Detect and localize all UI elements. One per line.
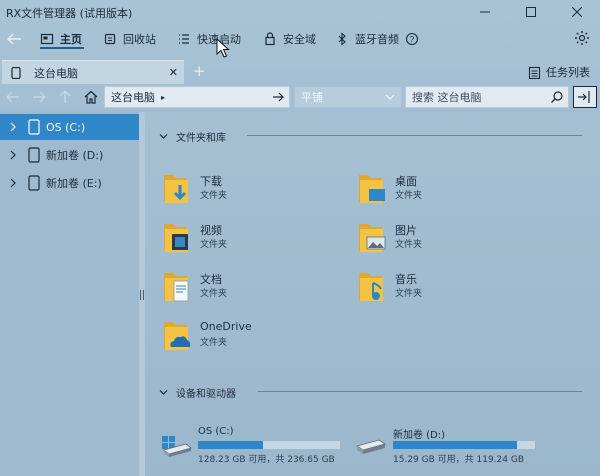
drive-icon [28,119,40,135]
chevron-right-icon[interactable] [8,122,18,132]
splitter-grip[interactable] [140,290,144,300]
menu-item-bluetooth-audio[interactable]: 蓝牙音频 ? [335,30,419,48]
group-divider [247,135,582,136]
title-bar: RX文件管理器 (试用版本) [0,0,600,24]
go-arrow-icon[interactable] [271,90,285,104]
lock-icon [265,32,275,46]
folder-item-desktop[interactable]: 桌面 文件夹 [357,171,537,209]
address-input[interactable]: 这台电脑 ▸ [104,86,290,108]
group-header-drives[interactable]: 设备和驱动器 [159,385,236,400]
nav-forward-icon[interactable] [30,88,48,106]
add-tab-icon[interactable]: + [193,62,206,80]
panel-arrow-icon [578,91,590,103]
chevron-down-icon [159,390,168,395]
address-bar: 这台电脑 ▸ 平铺 搜索 这台电脑 [0,84,600,110]
chevron-right-icon[interactable] [8,150,18,160]
drive-usage-bar [198,441,340,449]
chevron-right-icon[interactable] [8,178,18,188]
system-drive-icon [162,436,192,457]
videos-folder-icon [164,224,188,252]
active-menu-indicator [40,47,84,49]
close-icon [572,7,582,17]
folder-item-videos[interactable]: 视频 文件夹 [162,220,342,258]
folder-item-downloads[interactable]: 下载 文件夹 [162,171,342,209]
drive-icon [28,147,40,163]
chevron-down-icon [159,134,168,139]
task-list-button[interactable]: 任务列表 [528,64,590,80]
drive-item-volume-d[interactable]: 新加卷 (D:) 15.29 GB 可用，共 119.24 GB [355,426,545,466]
drive-usage-fill [393,441,517,449]
breadcrumb-chevron-icon[interactable]: ▸ [161,93,165,102]
menu-item-home[interactable]: 主页 [40,30,82,48]
search-icon[interactable] [550,90,564,104]
mouse-cursor-icon [216,38,230,58]
gear-icon[interactable] [574,30,590,46]
recycle-bin-icon [104,33,116,45]
clipboard-list-icon [528,66,541,79]
menu-item-quick-launch[interactable]: 快速启动 [177,30,241,48]
nav-up-icon[interactable] [56,88,74,106]
drive-item-os-c[interactable]: OS (C:) 128.23 GB 可用，共 236.65 GB [160,426,350,466]
drive-usage-fill [198,441,264,449]
drive-icon [28,175,40,191]
nav-back-icon[interactable] [4,88,22,106]
drive-icon [356,439,386,454]
content-area: 文件夹和库 下载 文件夹 桌面 文件夹 视频 文件夹 图片 文件夹 文档 文件夹… [145,112,600,476]
music-folder-icon [359,273,383,301]
group-divider [258,391,582,392]
folder-item-pictures[interactable]: 图片 文件夹 [357,220,537,258]
help-circle-icon[interactable]: ? [405,32,419,46]
tab-close-icon[interactable]: ✕ [169,66,178,79]
minimize-button[interactable] [462,0,508,24]
folder-item-documents[interactable]: 文档 文件夹 [162,269,342,307]
search-input[interactable]: 搜索 这台电脑 [405,86,569,108]
folder-item-music[interactable]: 音乐 文件夹 [357,269,537,307]
window-controls [462,0,600,24]
pc-icon [11,66,21,79]
menu-item-recycle-bin[interactable]: 回收站 [103,30,156,48]
view-mode-select[interactable]: 平铺 [294,86,402,108]
chevron-down-icon [385,94,395,100]
close-window-button[interactable] [554,0,600,24]
maximize-icon [526,7,536,17]
sidebar: OS (C:) 新加卷 (D:) 新加卷 (E:) [0,112,139,476]
quick-launch-list-icon [179,34,189,44]
menu-bar: 主页 回收站 快速启动 安全域 蓝牙音频 ? [0,26,600,52]
sidebar-item-os-c[interactable]: OS (C:) [0,114,139,140]
svg-text:?: ? [410,35,415,44]
maximize-button[interactable] [508,0,554,24]
sidebar-item-volume-d[interactable]: 新加卷 (D:) [0,142,139,168]
folder-item-onedrive[interactable]: OneDrive 文件夹 [162,318,342,356]
pictures-folder-icon [359,224,386,252]
onedrive-folder-icon [164,322,191,350]
home-outline-icon [40,33,54,45]
home-icon[interactable] [82,88,100,106]
window-title: RX文件管理器 (试用版本) [6,7,133,20]
sidebar-item-volume-e[interactable]: 新加卷 (E:) [0,170,139,196]
downloads-folder-icon [164,175,188,203]
group-header-folders[interactable]: 文件夹和库 [159,129,226,144]
drive-usage-bar [393,441,535,449]
tab-bar: 这台电脑 ✕ + 任务列表 [0,58,600,84]
desktop-folder-icon [359,175,385,203]
preview-pane-toggle[interactable] [573,86,597,108]
menu-item-security-zone[interactable]: 安全域 [263,30,316,48]
back-arrow-icon[interactable] [5,30,23,48]
bluetooth-icon [338,32,346,46]
tab-this-pc[interactable]: 这台电脑 ✕ [2,60,184,84]
minimize-icon [480,11,490,13]
documents-folder-icon [164,273,189,302]
